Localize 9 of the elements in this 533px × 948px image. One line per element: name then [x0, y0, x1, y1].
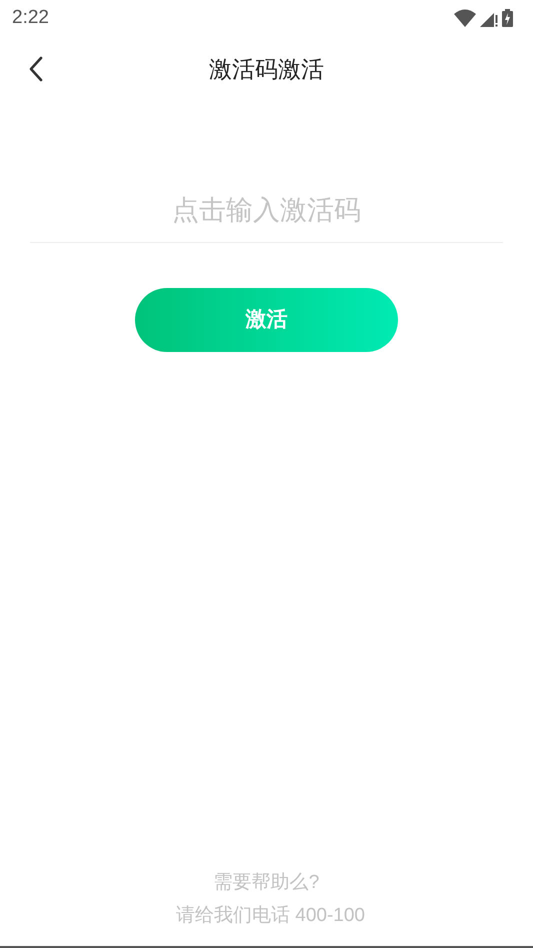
page-title: 激活码激活: [209, 54, 324, 84]
help-contact-text: 请给我们电话 400-100: [174, 904, 365, 928]
activate-button[interactable]: 激活: [135, 288, 398, 352]
status-time: 2:22: [12, 6, 49, 30]
back-icon: [28, 56, 44, 82]
help-question: 需要帮助么?: [214, 871, 320, 895]
battery-icon: [502, 9, 513, 27]
activation-code-field[interactable]: 点击输入激活码: [30, 178, 503, 242]
wifi-icon: [454, 9, 476, 27]
